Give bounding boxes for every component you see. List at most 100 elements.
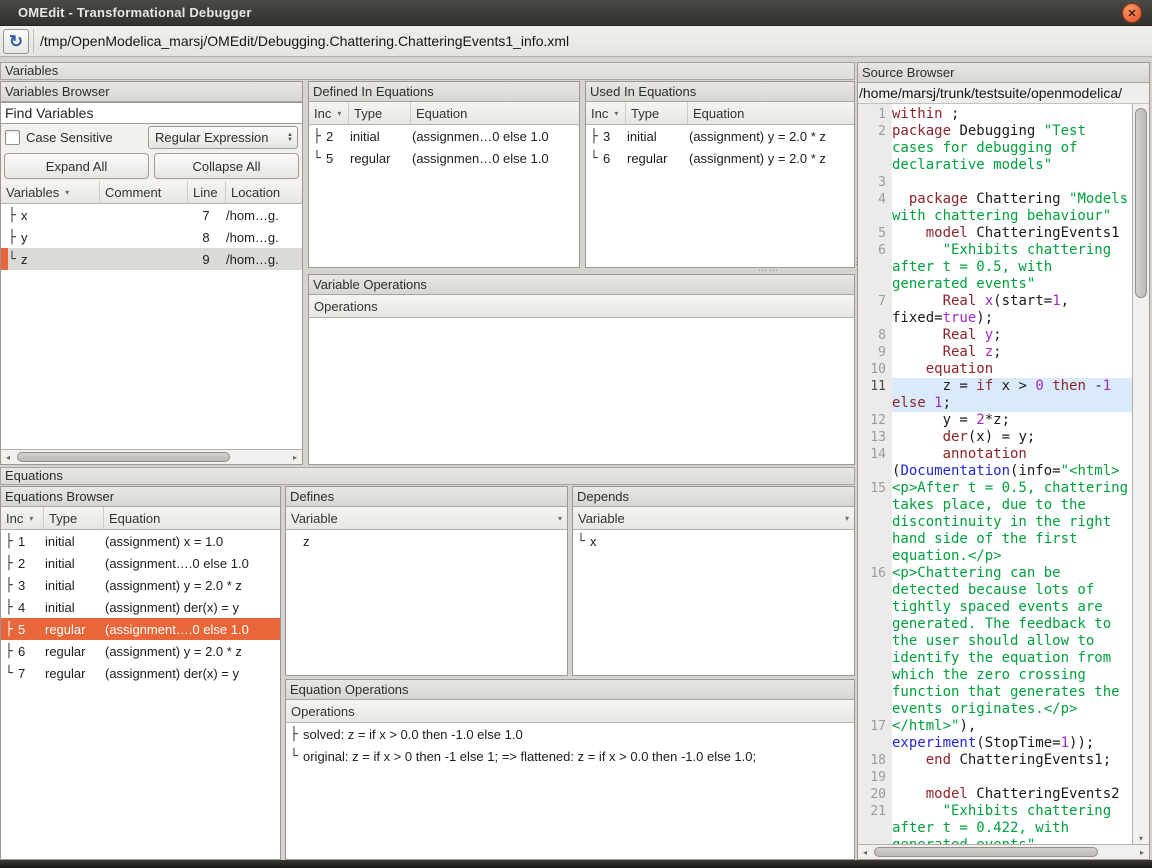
defines-title: Defines — [286, 487, 567, 507]
column-header-equation[interactable]: Equation — [411, 102, 579, 124]
line-number: 10 — [858, 361, 892, 378]
splitter-grip[interactable]: ⋯⋯ — [758, 268, 788, 273]
code-line: 20 model ChatteringEvents2 — [858, 786, 1132, 803]
code-text — [892, 174, 1132, 191]
column-header-line[interactable]: Line — [188, 181, 226, 203]
search-mode-select[interactable]: Regular Expression ▲▼ — [148, 126, 298, 149]
operation-text: original: z = if x > 0 then -1 else 1; =… — [303, 749, 854, 764]
tree-branch-icon: └ — [290, 749, 303, 764]
equation-index: 5 — [18, 622, 45, 637]
code-text: </html>"), experiment(StopTime=1)); — [892, 718, 1132, 752]
reload-button[interactable]: ↻ — [3, 29, 29, 54]
close-button[interactable]: ✕ — [1122, 3, 1142, 23]
scrollbar-thumb[interactable] — [1135, 108, 1147, 298]
column-header-operations[interactable]: Operations — [309, 295, 854, 317]
scroll-left-icon[interactable]: ◂ — [1, 450, 15, 464]
variable-location: /hom…g. — [226, 208, 302, 223]
code-line: 21 "Exhibits chattering after t = 0.422,… — [858, 803, 1132, 844]
line-number: 8 — [858, 327, 892, 344]
code-text — [892, 769, 1132, 786]
column-header-inc[interactable]: Inc▾ — [309, 102, 349, 124]
tree-branch-icon: └ — [577, 534, 590, 549]
equation-row[interactable]: ├ 3 initial (assignment) y = 2.0 * z — [1, 574, 280, 596]
collapse-all-button[interactable]: Collapse All — [154, 153, 299, 179]
operation-row[interactable]: └ original: z = if x > 0 then -1 else 1;… — [286, 745, 854, 767]
case-sensitive-label: Case Sensitive — [26, 130, 142, 145]
column-header-equation[interactable]: Equation — [104, 507, 280, 529]
column-header-variable[interactable]: Variable▾ — [286, 507, 567, 529]
variable-line: 8 — [188, 230, 226, 245]
find-variables-input[interactable] — [1, 102, 302, 124]
variable-operations-title: Variable Operations — [309, 275, 854, 295]
scrollbar-track[interactable] — [872, 845, 1135, 859]
equation-type: initial — [350, 129, 412, 144]
column-header-type[interactable]: Type — [44, 507, 104, 529]
equation-row[interactable]: ├ 2 initial (assignment….0 else 1.0 — [1, 552, 280, 574]
variable-line: 7 — [188, 208, 226, 223]
equation-row[interactable]: └ 7 regular (assignment) der(x) = y — [1, 662, 280, 684]
equation-operations-header: Operations — [286, 700, 854, 723]
sort-desc-icon: ▾ — [65, 188, 69, 197]
search-mode-value: Regular Expression — [155, 130, 268, 145]
line-number: 4 — [858, 191, 892, 225]
column-header-comment[interactable]: Comment — [100, 181, 188, 203]
search-options-row: Case Sensitive Regular Expression ▲▼ — [1, 124, 302, 151]
column-header-variable[interactable]: Variable▾ — [573, 507, 854, 529]
equation-index: 2 — [18, 556, 45, 571]
column-header-type[interactable]: Type — [349, 102, 411, 124]
code-line: 10 equation — [858, 361, 1132, 378]
column-header-equation[interactable]: Equation — [688, 102, 854, 124]
column-header-inc[interactable]: Inc▾ — [586, 102, 626, 124]
column-header-variables[interactable]: Variables▾ — [1, 181, 100, 203]
variable-row[interactable]: └ x — [573, 530, 854, 552]
variable-row[interactable]: └ z 9 /hom…g. — [1, 248, 302, 270]
scroll-down-icon[interactable]: ▾ — [1133, 834, 1149, 843]
column-header-operations[interactable]: Operations — [286, 700, 854, 722]
code-text: Real y; — [892, 327, 1132, 344]
equation-row[interactable]: ├ 4 initial (assignment) der(x) = y — [1, 596, 280, 618]
variable-row[interactable]: ├ x 7 /hom…g. — [1, 204, 302, 226]
operation-row[interactable]: ├ solved: z = if x > 0.0 then -1.0 else … — [286, 723, 854, 745]
code-text: Real x(start=1, fixed=true); — [892, 293, 1132, 327]
column-header-type[interactable]: Type — [626, 102, 688, 124]
tree-branch-icon: └ — [8, 252, 21, 267]
equation-index: 1 — [18, 534, 45, 549]
scroll-right-icon[interactable]: ▸ — [1135, 845, 1149, 859]
column-header-inc[interactable]: Inc▾ — [1, 507, 44, 529]
source-vertical-scrollbar[interactable]: ▾ — [1132, 104, 1149, 844]
code-text: Real z; — [892, 344, 1132, 361]
equation-row[interactable]: ├ 2 initial (assignmen…0 else 1.0 — [309, 125, 579, 147]
expand-all-button[interactable]: Expand All — [4, 153, 149, 179]
title-bar[interactable]: OMEdit - Transformational Debugger ✕ — [0, 0, 1152, 26]
column-header-location[interactable]: Location — [226, 181, 302, 203]
equation-row[interactable]: ├ 5 regular (assignment….0 else 1.0 — [1, 618, 280, 640]
toolbar: ↻ /tmp/OpenModelica_marsj/OMEdit/Debuggi… — [0, 26, 1152, 57]
source-code-view[interactable]: 1 within ; 2 package Debugging "Test cas… — [858, 104, 1132, 844]
current-variable-marker — [1, 204, 8, 226]
case-sensitive-checkbox[interactable] — [5, 130, 20, 145]
code-text: "Exhibits chattering after t = 0.5, with… — [892, 242, 1132, 293]
variable-row[interactable]: ├ y 8 /hom…g. — [1, 226, 302, 248]
scrollbar-track[interactable] — [15, 450, 288, 464]
defined-in-header: Inc▾ Type Equation — [309, 102, 579, 125]
scrollbar-thumb[interactable] — [17, 452, 230, 462]
scroll-left-icon[interactable]: ◂ — [858, 845, 872, 859]
scroll-right-icon[interactable]: ▸ — [288, 450, 302, 464]
variables-horizontal-scrollbar[interactable]: ◂ ▸ — [1, 449, 302, 464]
equation-text: (assignment) y = 2.0 * z — [689, 151, 854, 166]
equation-type: initial — [627, 129, 689, 144]
equation-row[interactable]: ├ 1 initial (assignment) x = 1.0 — [1, 530, 280, 552]
sort-desc-icon: ▾ — [29, 514, 33, 523]
code-line: 9 Real z; — [858, 344, 1132, 361]
code-line: 1 within ; — [858, 106, 1132, 123]
equation-row[interactable]: ├ 3 initial (assignment) y = 2.0 * z — [586, 125, 854, 147]
variable-row[interactable]: z — [286, 530, 567, 552]
empty-area — [1, 270, 302, 449]
variable-name: x — [21, 208, 100, 223]
source-horizontal-scrollbar[interactable]: ◂ ▸ — [858, 844, 1149, 859]
equation-row[interactable]: └ 5 regular (assignmen…0 else 1.0 — [309, 147, 579, 169]
spinner-down-icon[interactable]: ▼ — [287, 138, 293, 143]
scrollbar-thumb[interactable] — [874, 847, 1098, 857]
equation-row[interactable]: ├ 6 regular (assignment) y = 2.0 * z — [1, 640, 280, 662]
equation-row[interactable]: └ 6 regular (assignment) y = 2.0 * z — [586, 147, 854, 169]
